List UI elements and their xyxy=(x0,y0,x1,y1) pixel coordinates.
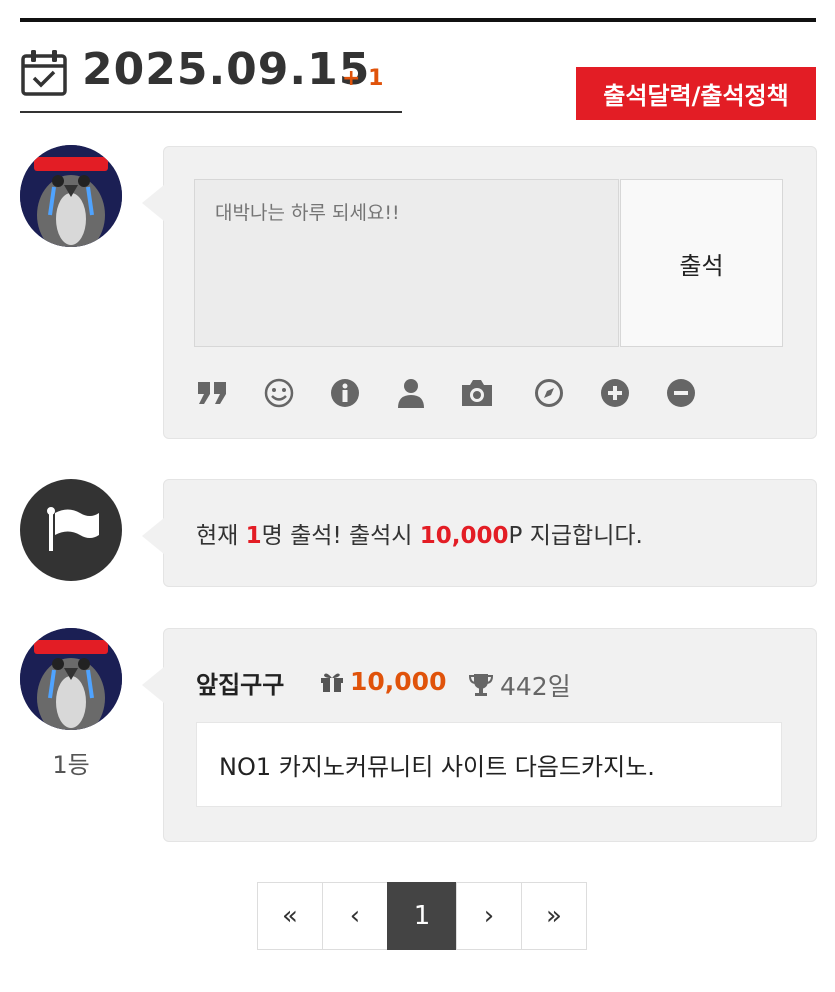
avatar xyxy=(20,145,122,247)
speech-arrow xyxy=(142,185,164,221)
attendance-notice: 현재 1명 출석! 출석시 10,000P 지급합니다. xyxy=(196,523,643,549)
minus-circle-icon[interactable] xyxy=(663,375,699,411)
info-icon[interactable] xyxy=(327,375,363,411)
gift-icon xyxy=(321,673,343,692)
plus-circle-icon[interactable] xyxy=(597,375,633,411)
attendance-message-input[interactable] xyxy=(194,179,619,347)
penguin-avatar-image xyxy=(20,628,122,730)
compass-icon[interactable] xyxy=(531,375,567,411)
top-divider xyxy=(20,18,816,22)
penguin-avatar-image xyxy=(20,145,122,247)
prev-page-button[interactable]: ‹ xyxy=(322,882,388,950)
smile-icon[interactable] xyxy=(261,375,297,411)
attendance-entry-panel: 앞집구구 10,000 442일 NO1 카지노커뮤니티 사이트 다음드카지노. xyxy=(142,628,817,842)
attendance-count: 1 xyxy=(245,523,262,549)
notice-flag-badge xyxy=(20,479,122,581)
next-page-button[interactable]: › xyxy=(456,882,522,950)
flag-icon xyxy=(47,507,99,551)
composer-panel: 출석 xyxy=(142,146,817,439)
attendance-days-value: 442일 xyxy=(500,672,571,701)
date-plus-count: + 1 xyxy=(342,66,384,91)
pagination: « ‹ 1 › » xyxy=(257,882,587,950)
reward-points: 10,000 xyxy=(419,523,509,549)
camera-icon[interactable] xyxy=(459,375,495,411)
gift-points: 10,000 xyxy=(320,667,446,696)
attendance-days: 442일 xyxy=(468,667,571,703)
speech-arrow xyxy=(142,518,164,554)
gift-points-value: 10,000 xyxy=(350,667,447,696)
attendance-comment: NO1 카지노커뮤니티 사이트 다음드카지노. xyxy=(196,722,782,807)
speech-arrow xyxy=(142,667,164,703)
calendar-check-icon xyxy=(21,50,67,96)
first-page-button[interactable]: « xyxy=(257,882,323,950)
attendance-policy-button[interactable]: 출석달력/출석정책 xyxy=(576,67,816,120)
quote-icon[interactable] xyxy=(194,375,230,411)
rank-label: 1등 xyxy=(52,751,90,779)
attendance-date: 2025.09.15 xyxy=(82,44,371,95)
date-header: 2025.09.15 + 1 xyxy=(20,44,402,113)
username[interactable]: 앞집구구 xyxy=(196,665,284,700)
trophy-icon xyxy=(468,674,494,696)
page-1-button[interactable]: 1 xyxy=(387,882,457,950)
avatar xyxy=(20,628,122,730)
attend-button[interactable]: 출석 xyxy=(620,179,783,347)
last-page-button[interactable]: » xyxy=(521,882,587,950)
notice-panel: 현재 1명 출석! 출석시 10,000P 지급합니다. xyxy=(142,479,817,587)
user-icon[interactable] xyxy=(393,375,429,411)
